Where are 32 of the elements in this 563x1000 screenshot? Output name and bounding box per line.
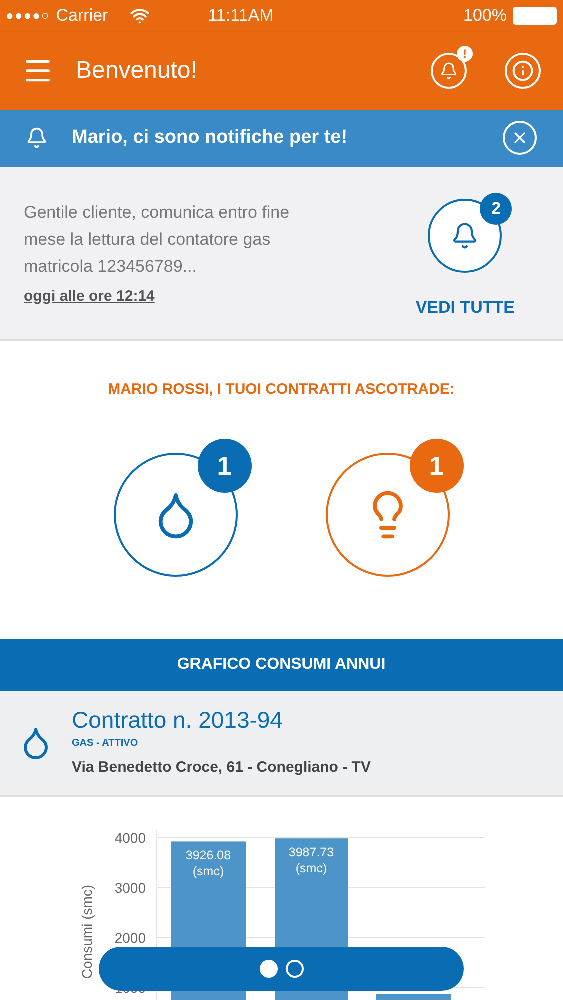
bar-value-label: 3987.73 (smc) <box>288 846 334 876</box>
bell-icon <box>451 222 480 250</box>
contract-count-badge: 1 <box>410 439 464 494</box>
y-tick-label: 2000 <box>114 930 146 946</box>
notification-count-badge: 2 <box>480 192 512 225</box>
wifi-icon <box>130 6 150 26</box>
contracts-heading: MARIO ROSSI, I TUOI CONTRATTI ASCOTRADE: <box>108 380 455 400</box>
contract-title: Contratto n. 2013-94 <box>72 706 284 734</box>
y-tick-label: 4000 <box>114 830 146 846</box>
alert-badge: ! <box>457 46 473 62</box>
notification-text: Gentile cliente, comunica entro fine mese la lettura del contatore gas matricola 123456789... <box>24 202 291 278</box>
bell-icon <box>26 127 48 150</box>
contract-count-badge: 1 <box>198 439 252 494</box>
y-tick-label: 3000 <box>114 880 146 896</box>
contract-status: GAS - ATTIVO <box>72 737 140 752</box>
annual-consumption-banner[interactable]: GRAFICO CONSUMI ANNUI <box>0 639 563 691</box>
close-button[interactable] <box>503 121 537 156</box>
signal-indicator: ●●●●○ <box>6 7 50 26</box>
bar-value-label: 3926.08 (smc) <box>186 848 232 879</box>
notification-date-link[interactable]: oggi alle ore 12:14 <box>24 286 155 308</box>
page-title: Benvenuto! <box>76 56 198 86</box>
notification-message: Mario, ci sono notifiche per te! <box>72 126 348 150</box>
carrier-name: Carrier <box>56 5 108 28</box>
info-icon <box>512 60 534 82</box>
y-axis-label: Consumi (smc) <box>79 884 95 980</box>
bell-icon <box>440 62 458 80</box>
see-all-link[interactable]: VEDI TUTTE <box>416 294 515 320</box>
clock-time: 11:11AM <box>208 5 274 28</box>
battery-icon <box>513 7 557 25</box>
battery-percent: 100% <box>464 5 507 28</box>
contract-address: Via Benedetto Croce, 61 - Conegliano - TV <box>72 758 371 778</box>
info-button[interactable] <box>505 53 541 89</box>
